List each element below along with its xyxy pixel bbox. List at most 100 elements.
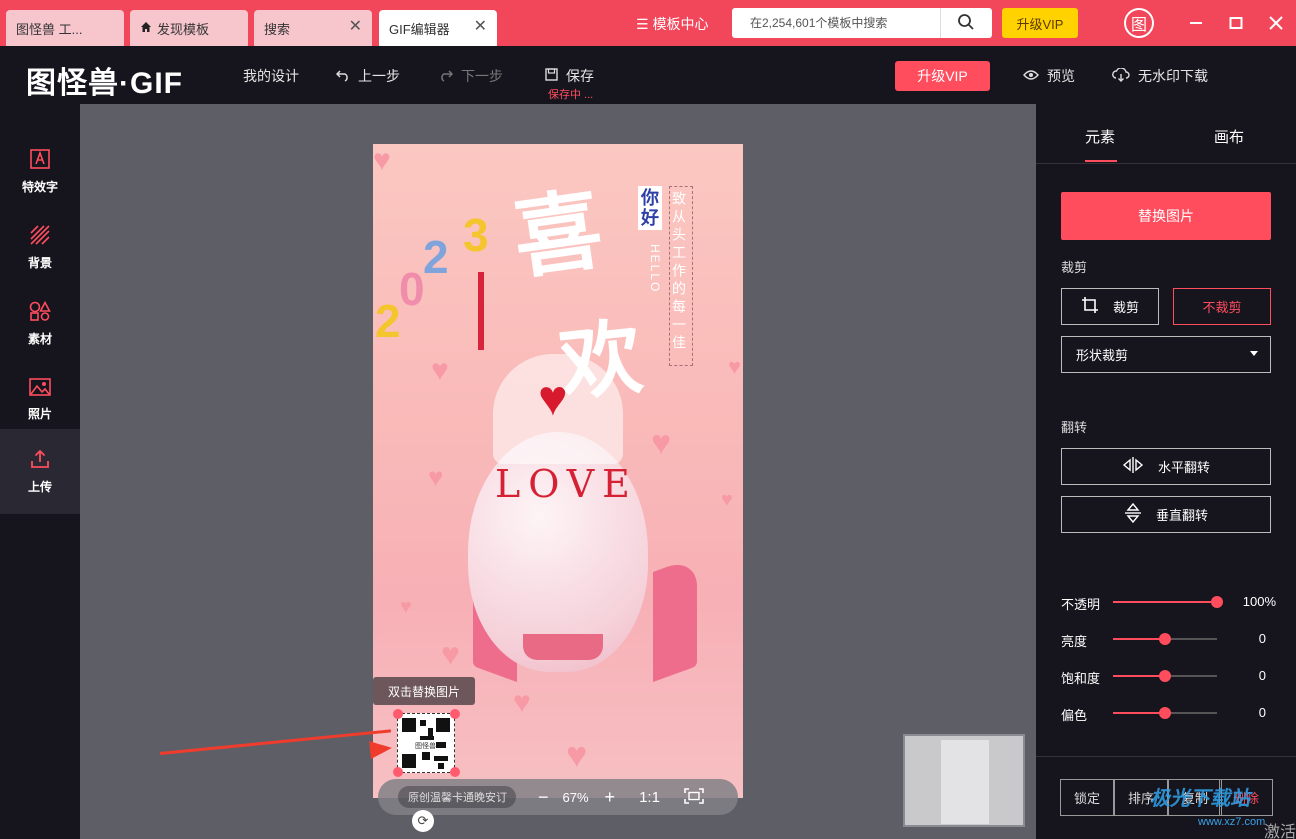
save-button[interactable]: 保存 [545,66,594,86]
minimize-icon[interactable] [1185,12,1207,34]
tab-gif-editor[interactable]: GIF编辑器 ✕ [379,10,497,46]
search-button[interactable] [940,8,990,38]
shape-crop-value: 形状裁剪 [1076,348,1129,363]
resize-handle[interactable] [450,767,460,777]
upload-icon [30,449,50,472]
active-tab-indicator [1085,160,1117,162]
slider-track[interactable] [1113,707,1217,719]
site-watermark: 极光下载站 [1150,788,1250,810]
slider-knob[interactable] [1159,707,1171,719]
slider-label: 偏色 [1061,708,1088,723]
crop-label: 裁剪 [1112,300,1139,315]
photo-icon [29,378,51,399]
brightness-slider[interactable]: 亮度 0 [1061,629,1276,649]
sidebar-item-background[interactable]: 背景 [0,210,80,286]
rotate-icon[interactable]: ⟳ [412,810,434,832]
color-cast-slider[interactable]: 偏色 0 [1061,703,1276,723]
heart-decoration: ♥ [431,354,449,387]
resize-handle[interactable] [393,709,403,719]
slider-track[interactable] [1113,633,1217,645]
slider-track[interactable] [1113,670,1217,682]
slider-label: 不透明 [1061,597,1101,612]
tab-search[interactable]: 搜索 ✕ [254,10,372,46]
maximize-icon[interactable] [1225,12,1247,34]
year-digit: 0 [399,263,425,315]
slider-knob[interactable] [1159,633,1171,645]
qr-code-image[interactable]: 图怪兽 [397,713,455,773]
sidebar-item-text-effect[interactable]: 特效字 [0,134,80,210]
tab-canvas[interactable]: 画布 [1214,126,1244,147]
slider-track[interactable] [1113,596,1223,608]
sidebar-item-materials[interactable]: 素材 [0,286,80,362]
download-button[interactable]: 无水印下载 [1112,66,1208,86]
resize-handle[interactable] [450,709,460,719]
slider-knob[interactable] [1211,596,1223,608]
zoom-out-button[interactable]: − [538,787,549,808]
slider-knob[interactable] [1159,670,1171,682]
search-input[interactable] [732,9,940,37]
preview-button[interactable]: 预览 [1023,66,1075,86]
my-design-button[interactable]: 我的设计 [243,66,299,86]
tab-discover-templates[interactable]: 发现模板 [130,10,248,46]
heart-decoration: ♥ [566,734,588,775]
no-crop-button[interactable]: 不裁剪 [1173,288,1271,325]
site-watermark-url: www.xz7.com [1198,816,1266,828]
slider-fill [1113,638,1165,640]
qr-label: 图怪兽 [415,741,436,751]
tab-label: GIF编辑器 [389,21,450,37]
template-center-link[interactable]: ☰ 模板中心 [636,14,709,34]
zoom-in-button[interactable]: + [605,787,616,808]
minimap-viewport[interactable] [941,740,989,824]
crop-button[interactable]: 裁剪 [1061,288,1159,325]
undo-button[interactable]: 上一步 [335,66,400,86]
love-text: LOVE [495,462,638,506]
upgrade-vip-top-button[interactable]: 升级VIP [1002,8,1078,38]
opacity-slider[interactable]: 不透明 100% [1061,592,1276,612]
saving-status: 保存中 ... [548,89,594,101]
upgrade-vip-button[interactable]: 升级VIP [895,61,990,91]
tab-tuguaishou[interactable]: 图怪兽 工... [6,10,124,46]
heart-decoration: ♥ [728,354,742,379]
template-center-label: 模板中心 [652,16,709,32]
flip-horizontal-button[interactable]: 水平翻转 [1061,448,1271,485]
sidebar-item-label: 照片 [27,407,52,421]
close-icon[interactable]: ✕ [474,19,487,35]
flip-vertical-label: 垂直翻转 [1155,508,1208,523]
tab-elements[interactable]: 元素 [1085,126,1115,147]
heart-decoration: ♥ [513,686,531,719]
actual-size-button[interactable]: 1:1 [639,789,660,806]
hello-text: HELLO [648,244,662,294]
redo-label: 下一步 [461,68,503,84]
heart-decoration: ♥ [651,424,672,462]
nihao-badge: 你好 [638,186,662,230]
zoom-bar: 原创温馨卡通晚安订 − 67% + 1:1 [378,779,738,815]
preview-label: 预览 [1047,68,1075,84]
fit-screen-icon[interactable] [684,787,704,807]
sidebar-item-label: 背景 [27,256,52,270]
avatar[interactable]: 图 [1124,8,1154,38]
poster-title-xi: 喜 [507,176,609,292]
tab-label: 图怪兽 工... [16,21,83,37]
page-name[interactable]: 原创温馨卡通晚安订 [398,786,516,808]
vertical-slogan: 致从头工作的每一佳 [669,186,693,366]
qr-module [420,720,426,726]
sidebar-item-label: 素材 [27,332,52,346]
minimap[interactable] [903,734,1025,827]
sidebar-item-photo[interactable]: 照片 [0,362,80,438]
slider-value: 100% [1242,594,1276,609]
window-close-icon[interactable] [1265,12,1287,34]
close-icon[interactable]: ✕ [349,19,362,35]
resize-handle[interactable] [393,767,403,777]
year-digit: 2 [423,231,449,283]
flip-vertical-button[interactable]: 垂直翻转 [1061,496,1271,533]
replace-image-button[interactable]: 替换图片 [1061,192,1271,240]
rocket-fin-right [653,555,697,683]
qr-module [420,736,434,740]
save-icon [545,68,558,84]
redo-button[interactable]: 下一步 [439,66,503,86]
balloon-stick [478,272,484,350]
saturation-slider[interactable]: 饱和度 0 [1061,666,1276,686]
divider [1036,756,1296,757]
shape-crop-select[interactable]: 形状裁剪 [1061,336,1271,373]
lock-button[interactable]: 锁定 [1060,779,1114,816]
